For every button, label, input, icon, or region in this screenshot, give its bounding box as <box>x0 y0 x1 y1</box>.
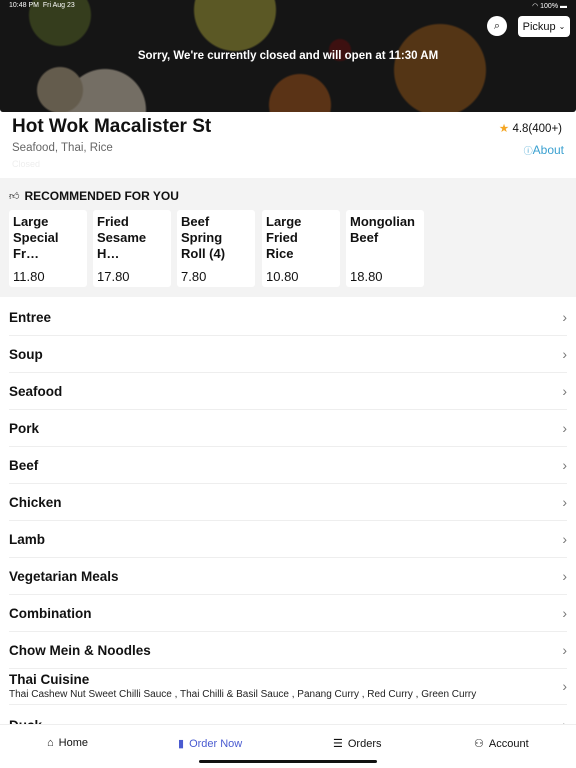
category-row[interactable]: Soup › <box>9 336 567 373</box>
category-row[interactable]: Entree › <box>9 299 567 336</box>
battery-icon: ▬ <box>560 3 567 10</box>
category-description: Thai Cashew Nut Sweet Chilli Sauce , Tha… <box>9 689 477 700</box>
chevron-right-icon: › <box>562 457 567 473</box>
category-label: Soup <box>9 346 43 362</box>
item-name: Mongolian Beef <box>350 214 415 245</box>
home-indicator <box>199 760 377 763</box>
category-row[interactable]: Seafood › <box>9 373 567 410</box>
nav-order-now[interactable]: ▮ Order Now <box>178 737 243 751</box>
store-name: Hot Wok Macalister St <box>12 116 212 137</box>
category-label: Chicken <box>9 494 62 510</box>
wifi-icon: ◠ <box>532 3 539 10</box>
battery-level: 100% <box>540 3 559 10</box>
store-status: Closed <box>12 159 41 169</box>
pickup-label: Pickup <box>522 20 556 33</box>
chevron-right-icon: › <box>562 568 567 584</box>
nav-label: Orders <box>347 737 382 750</box>
item-name: Large Special Fr… <box>13 214 59 261</box>
category-label: Thai Cuisine <box>9 672 90 687</box>
category-label: Entree <box>9 309 52 325</box>
recommended-title: RECOMMENDED FOR YOU <box>24 189 179 203</box>
item-price: 17.80 <box>97 269 130 284</box>
item-name: Large Fried Rice <box>266 214 302 261</box>
category-row[interactable]: Pork › <box>9 410 567 447</box>
search-icon: ⌕ <box>493 19 501 32</box>
item-name: Fried Sesame H… <box>97 214 147 261</box>
category-row[interactable]: Chicken › <box>9 484 567 521</box>
item-price: 7.80 <box>181 269 207 284</box>
category-label: Vegetarian Meals <box>9 568 119 584</box>
chevron-right-icon: › <box>562 605 567 621</box>
info-icon: ⓘ <box>523 146 533 156</box>
item-price: 18.80 <box>350 269 383 284</box>
time: 10:48 PM <box>9 2 39 9</box>
chevron-right-icon: › <box>562 309 567 325</box>
category-label: Chow Mein & Noodles <box>9 642 151 658</box>
status-bar: 10:48 PM Fri Aug 23 ◠ 100% ▬ <box>9 2 567 10</box>
chevron-right-icon: › <box>562 642 567 658</box>
category-label: Beef <box>9 457 39 473</box>
item-name: Beef Spring Roll (4) <box>181 214 226 261</box>
rating: ★ 4.8(400+) <box>499 121 562 135</box>
category-row[interactable]: Chow Mein & Noodles › <box>9 632 567 669</box>
chevron-right-icon: › <box>562 531 567 547</box>
star-icon: ★ <box>498 123 510 135</box>
store-cuisine: Seafood, Thai, Rice <box>12 142 113 154</box>
category-label: Pork <box>9 420 40 436</box>
about-link[interactable]: ⓘAbout <box>524 143 564 157</box>
recommended-item[interactable]: Fried Sesame H… 17.80 <box>93 210 171 287</box>
order-icon: ▮ <box>178 738 185 750</box>
category-label: Combination <box>9 605 92 621</box>
nav-home[interactable]: ⌂ Home <box>47 737 88 749</box>
chevron-right-icon: › <box>562 346 567 362</box>
recommended-item[interactable]: Beef Spring Roll (4) 7.80 <box>177 210 255 287</box>
user-icon: ⚇ <box>474 738 484 750</box>
hero-banner: 10:48 PM Fri Aug 23 ◠ 100% ▬ Sorry, We'r… <box>0 0 576 112</box>
nav-label: Home <box>58 737 88 749</box>
recommended-item[interactable]: Large Fried Rice 10.80 <box>262 210 340 287</box>
closed-message: Sorry, We're currently closed and will o… <box>137 50 439 62</box>
about-label: About <box>532 143 564 157</box>
nav-orders[interactable]: ☰ Orders <box>333 737 382 751</box>
nav-label: Account <box>488 737 529 750</box>
category-row[interactable]: Beef › <box>9 447 567 484</box>
nav-account[interactable]: ⚇ Account <box>474 737 529 751</box>
date: Fri Aug 23 <box>42 2 75 9</box>
recommended-section: 👍︎ RECOMMENDED FOR YOU Large Special Fr… 1… <box>0 178 576 297</box>
chevron-right-icon: › <box>562 494 567 510</box>
chevron-right-icon: › <box>562 420 567 436</box>
category-row[interactable]: Combination › <box>9 595 567 632</box>
chevron-down-icon: ⌄ <box>558 22 566 31</box>
rating-value: 4.8(400+) <box>512 123 562 135</box>
search-button[interactable]: ⌕ <box>487 16 507 36</box>
recommended-item[interactable]: Mongolian Beef 18.80 <box>346 210 424 287</box>
category-label: Seafood <box>9 383 63 399</box>
pickup-dropdown[interactable]: Pickup ⌄ <box>518 16 570 37</box>
chevron-right-icon: › <box>562 383 567 399</box>
receipt-icon: ☰ <box>333 738 343 750</box>
home-icon: ⌂ <box>47 737 54 749</box>
item-price: 10.80 <box>266 269 299 284</box>
thumbs-up-icon: 👍︎ <box>9 191 20 202</box>
category-row[interactable]: Vegetarian Meals › <box>9 558 567 595</box>
category-thai-cuisine[interactable]: Thai Cuisine Thai Cashew Nut Sweet Chilli… <box>9 668 567 705</box>
bottom-nav: ⌂ Home ▮ Order Now ☰ Orders ⚇ Account <box>0 724 576 768</box>
category-row[interactable]: Lamb › <box>9 521 567 558</box>
chevron-right-icon: › <box>562 678 567 694</box>
nav-label: Order Now <box>189 737 243 750</box>
recommended-item[interactable]: Large Special Fr… 11.80 <box>9 210 87 287</box>
item-price: 11.80 <box>13 269 45 284</box>
category-label: Lamb <box>9 531 46 547</box>
